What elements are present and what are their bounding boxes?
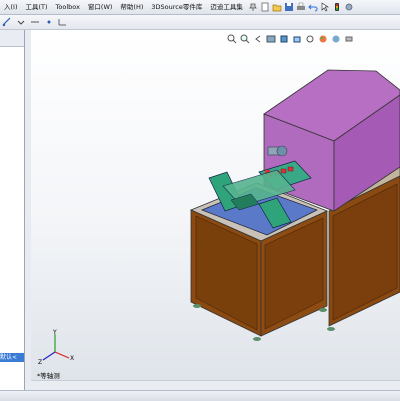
menu-toolbox[interactable]: Toolbox [52, 0, 84, 14]
graphics-viewport[interactable]: Y X Z *等轴测 [31, 30, 400, 380]
line-icon[interactable] [30, 17, 40, 27]
point-icon[interactable] [44, 17, 54, 27]
print-icon[interactable] [296, 2, 306, 12]
save-icon[interactable] [284, 2, 294, 12]
menu-maidi-tools[interactable]: 迈迪工具集 [206, 0, 247, 14]
smart-dimension-icon[interactable] [58, 17, 68, 27]
status-bar [0, 390, 400, 401]
rebuild-icon[interactable] [332, 2, 342, 12]
menu-3dsource[interactable]: 3DSource零件库 [147, 0, 206, 14]
view-orientation-label: *等轴测 [37, 372, 60, 380]
menu-tools[interactable]: 工具(T) [22, 0, 52, 14]
panel-tabs[interactable] [0, 30, 24, 47]
feature-manager-panel: 默认< [0, 30, 25, 390]
open-folder-icon[interactable] [272, 2, 282, 12]
triad-x-label: X [70, 355, 74, 362]
triad-z-label: Z [38, 359, 42, 366]
new-document-icon[interactable] [260, 2, 270, 12]
pin-icon[interactable] [248, 2, 258, 12]
active-configuration-label[interactable]: 默认< [0, 353, 24, 362]
select-arrow-icon[interactable] [320, 2, 330, 12]
sketch-icon[interactable] [2, 17, 12, 27]
undo-icon[interactable] [308, 2, 318, 12]
options-icon[interactable] [344, 2, 354, 12]
assembly-model[interactable] [31, 30, 400, 380]
menu-window[interactable]: 窗口(W) [84, 0, 117, 14]
triad-y-label: Y [52, 329, 57, 336]
axis-triad: Y X Z [38, 329, 74, 366]
menu-help[interactable]: 帮助(H) [116, 0, 147, 14]
menu-insert[interactable]: 入(I) [0, 0, 22, 14]
command-toolbar [0, 15, 400, 30]
menu-bar: 入(I) 工具(T) Toolbox 窗口(W) 帮助(H) 3DSource零… [0, 0, 400, 15]
dropdown-arrow-icon[interactable] [16, 17, 26, 27]
